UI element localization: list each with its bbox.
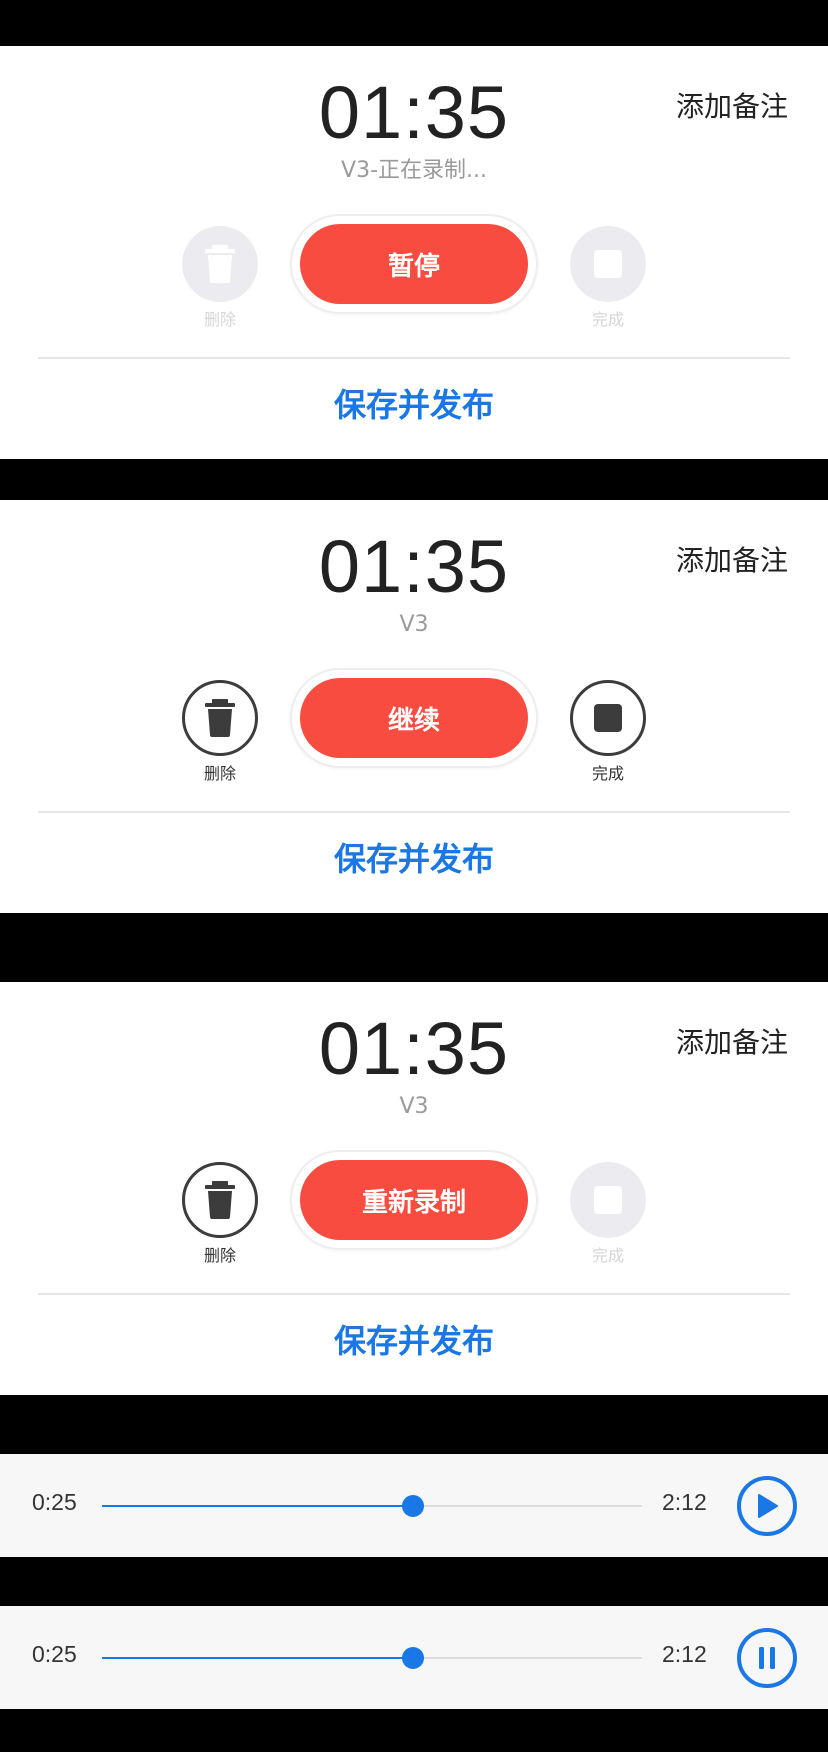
recording-status: V3-正在录制...	[341, 158, 487, 183]
save-and-publish-button[interactable]: 保存并发布	[0, 389, 828, 421]
add-note-button[interactable]: 添加备注	[676, 93, 788, 121]
save-and-publish-button[interactable]: 保存并发布	[0, 843, 828, 875]
delete-label: 删除	[203, 310, 236, 329]
trash-icon	[205, 699, 235, 737]
progress-slider[interactable]	[102, 1647, 642, 1669]
done-label: 完成	[591, 1246, 624, 1265]
trash-icon	[205, 1181, 235, 1219]
divider	[38, 357, 790, 359]
stop-icon	[594, 1186, 622, 1214]
total-time: 2:12	[662, 1641, 707, 1667]
divider	[38, 811, 790, 813]
primary-button-ring: 暂停	[290, 214, 538, 314]
save-and-publish-button[interactable]: 保存并发布	[0, 1325, 828, 1357]
rerecord-button[interactable]: 重新录制	[300, 1160, 528, 1240]
done-label: 完成	[591, 310, 624, 329]
done-button[interactable]	[570, 226, 646, 302]
play-icon	[758, 1494, 778, 1518]
delete-label: 删除	[203, 1246, 236, 1265]
primary-button-ring: 重新录制	[290, 1150, 538, 1250]
resume-button[interactable]: 继续	[300, 678, 528, 758]
delete-button[interactable]	[182, 680, 258, 756]
progress-fill	[102, 1657, 413, 1659]
delete-label: 删除	[203, 764, 236, 783]
progress-fill	[102, 1505, 413, 1507]
add-note-button[interactable]: 添加备注	[676, 547, 788, 575]
recorder-panel-recording: 01:35 V3-正在录制... 添加备注 删除 暂停 完成 保存并发布	[0, 46, 828, 459]
recording-status: V3	[399, 612, 429, 637]
trash-icon	[205, 245, 235, 283]
progress-slider[interactable]	[102, 1495, 642, 1517]
recorder-panel-rerecord: 01:35 V3 添加备注 删除 重新录制 完成 保存并发布	[0, 982, 828, 1395]
audio-player-paused: 0:25 2:12	[0, 1454, 828, 1557]
progress-thumb[interactable]	[402, 1495, 424, 1517]
stop-icon	[594, 250, 622, 278]
current-time: 0:25	[32, 1489, 77, 1515]
delete-button[interactable]	[182, 1162, 258, 1238]
recording-status: V3	[399, 1094, 429, 1119]
delete-button[interactable]	[182, 226, 258, 302]
audio-player-playing: 0:25 2:12	[0, 1606, 828, 1709]
recorder-panel-paused: 01:35 V3 添加备注 删除 继续 完成 保存并发布	[0, 500, 828, 913]
pause-icon	[759, 1647, 775, 1669]
play-button[interactable]	[737, 1476, 797, 1536]
add-note-button[interactable]: 添加备注	[676, 1029, 788, 1057]
divider	[38, 1293, 790, 1295]
total-time: 2:12	[662, 1489, 707, 1515]
current-time: 0:25	[32, 1641, 77, 1667]
primary-button-ring: 继续	[290, 668, 538, 768]
pause-button[interactable]	[737, 1628, 797, 1688]
done-button[interactable]	[570, 1162, 646, 1238]
done-button[interactable]	[570, 680, 646, 756]
progress-thumb[interactable]	[402, 1647, 424, 1669]
pause-button[interactable]: 暂停	[300, 224, 528, 304]
stop-icon	[594, 704, 622, 732]
done-label: 完成	[591, 764, 624, 783]
